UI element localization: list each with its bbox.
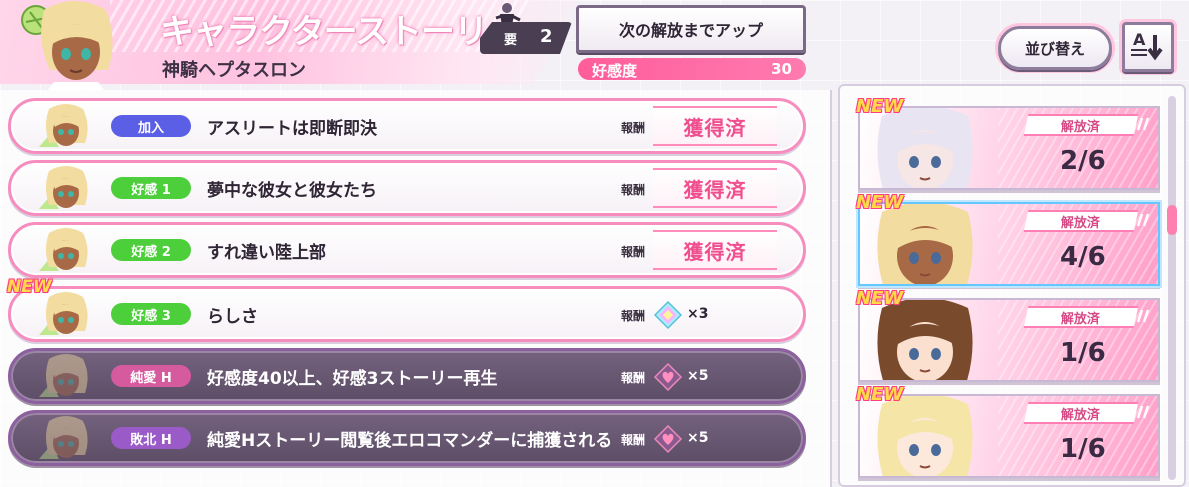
- new-badge: NEW: [856, 288, 904, 309]
- crystal-icon: [653, 300, 683, 330]
- sort-az-down-icon: A: [1131, 30, 1163, 61]
- story-row[interactable]: 好感 2 すれ違い陸上部 報酬 獲得済: [8, 222, 806, 278]
- character-status: 解放済: [1023, 306, 1139, 328]
- character-name: 神騎ヘプタスロン: [162, 60, 306, 81]
- character-status: 解放済: [1023, 114, 1139, 136]
- new-badge: NEW: [7, 277, 52, 297]
- requirement-value: 2: [540, 26, 553, 47]
- character-portrait: [860, 204, 990, 284]
- slash-mark-icon: [1130, 116, 1150, 132]
- sort-button[interactable]: 並び替え: [998, 26, 1112, 70]
- story-tag: 好感 2: [111, 239, 191, 261]
- story-title: 夢中な彼女と彼女たち: [207, 181, 377, 201]
- story-thumbnail: [35, 415, 97, 463]
- story-title: すれ違い陸上部: [207, 243, 326, 263]
- character-portrait: [860, 108, 990, 188]
- character-status-label: 解放済: [1061, 311, 1101, 327]
- reward-label: 報酬: [621, 121, 646, 135]
- character-status-label: 解放済: [1061, 119, 1101, 135]
- reward-claimed-stamp: 獲得済: [653, 106, 777, 146]
- story-tag: 敗北 H: [111, 427, 191, 449]
- sort-order-button[interactable]: A: [1122, 22, 1174, 72]
- slash-mark-icon: [1130, 308, 1150, 324]
- character-story-count: 1/6: [1060, 434, 1106, 464]
- story-tag: 好感 1: [111, 177, 191, 199]
- new-badge: NEW: [856, 96, 904, 117]
- story-row[interactable]: 好感 3 らしさ 報酬 ×3 NEW: [7, 277, 806, 342]
- affinity-label: 好感度: [592, 62, 638, 80]
- character-portrait: [860, 396, 990, 476]
- reward-count: ×5: [687, 368, 709, 384]
- reward-label: 報酬: [621, 183, 646, 197]
- character-status: 解放済: [1023, 402, 1139, 424]
- story-tag: 加入: [111, 115, 191, 137]
- requirement-label: 要: [504, 33, 518, 48]
- affinity-bar: 好感度 30: [578, 58, 806, 80]
- reward-count: ×3: [687, 306, 709, 322]
- story-row[interactable]: 加入 アスリートは即断即決 報酬 獲得済: [8, 98, 806, 154]
- requirement-badge: 要 2: [480, 22, 572, 54]
- new-badge: NEW: [856, 192, 904, 213]
- reward-claimed-stamp: 獲得済: [653, 230, 777, 270]
- story-title: らしさ: [207, 307, 258, 327]
- reward-claimed-stamp: 獲得済: [653, 168, 777, 208]
- story-thumbnail: [35, 227, 97, 275]
- story-title: 純愛Hストーリー閲覧後エロコマンダーに捕獲される: [207, 431, 613, 451]
- story-row[interactable]: 純愛 H 好感度40以上、好感3ストーリー再生 報酬 ×5: [8, 348, 806, 404]
- new-badge: NEW: [856, 384, 904, 405]
- story-title: 好感度40以上、好感3ストーリー再生: [207, 369, 498, 389]
- reward-label: 報酬: [621, 433, 646, 447]
- character-status-label: 解放済: [1061, 407, 1101, 423]
- story-row[interactable]: 敗北 H 純愛Hストーリー閲覧後エロコマンダーに捕獲される 報酬 ×5: [8, 410, 806, 466]
- reward-label: 報酬: [621, 371, 646, 385]
- character-list-scrollbar[interactable]: [1168, 96, 1176, 480]
- story-tag: 好感 3: [111, 303, 191, 325]
- slash-mark-icon: [1130, 404, 1150, 420]
- character-portrait: [860, 300, 990, 380]
- slash-mark-icon: [1130, 212, 1150, 228]
- page-title: キャラクターストーリー: [160, 12, 521, 52]
- story-tag: 純愛 H: [111, 365, 191, 387]
- character-story-count: 4/6: [1060, 242, 1106, 272]
- heart-gem-icon: [653, 424, 683, 454]
- heart-gem-icon: [653, 362, 683, 392]
- svg-text:A: A: [1133, 30, 1146, 49]
- story-thumbnail: [35, 165, 97, 213]
- reward-label: 報酬: [621, 309, 646, 323]
- character-story-count: 2/6: [1060, 146, 1106, 176]
- character-avatar: [14, 0, 134, 90]
- story-thumbnail: [35, 103, 97, 151]
- story-row[interactable]: 好感 1 夢中な彼女と彼女たち 報酬 獲得済: [8, 160, 806, 216]
- character-status-label: 解放済: [1061, 215, 1101, 231]
- reward-count: ×5: [687, 430, 709, 446]
- story-thumbnail: [35, 353, 97, 401]
- reward-label: 報酬: [621, 245, 646, 259]
- story-thumbnail: [35, 291, 97, 339]
- character-story-count: 1/6: [1060, 338, 1106, 368]
- scrollbar-thumb[interactable]: [1167, 205, 1177, 235]
- affinity-value: 30: [771, 60, 792, 78]
- character-status: 解放済: [1023, 210, 1139, 232]
- story-header: キャラクターストーリー 神騎ヘプタスロン 要 2 次の解放までアップ 好感度 3…: [0, 0, 830, 92]
- next-unlock-button[interactable]: 次の解放までアップ: [576, 5, 806, 53]
- story-title: アスリートは即断即決: [207, 119, 377, 139]
